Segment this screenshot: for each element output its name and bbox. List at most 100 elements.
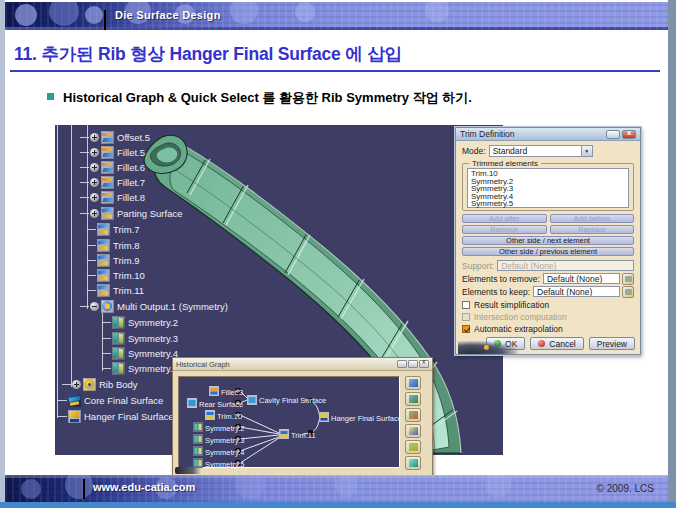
- tree-item[interactable]: Fillet.5: [80, 145, 145, 159]
- automatic-extrapolation-checkbox[interactable]: [462, 325, 470, 333]
- bullet-text: Historical Graph & Quick Select 를 활용한 Ri…: [63, 89, 472, 107]
- hg-tool-icon[interactable]: [405, 456, 421, 470]
- remove-button[interactable]: Remove: [462, 225, 547, 234]
- tree-item[interactable]: Trim.7: [87, 222, 140, 236]
- add-after-button[interactable]: Add after: [462, 214, 547, 223]
- banner-divider: [83, 479, 85, 499]
- hg-tool-icon[interactable]: [405, 392, 421, 406]
- help-button[interactable]: [606, 130, 620, 139]
- list-item[interactable]: Symmetry.5: [471, 200, 625, 208]
- other-side-previous-button[interactable]: Other side / previous element: [462, 247, 634, 256]
- hg-node-label: Rear Surface: [199, 400, 243, 409]
- trimmed-elements-list[interactable]: Trim.10 Symmetry.2 Symmetry.3 Symmetry.4…: [467, 168, 629, 208]
- footer-site: www.edu-catia.com: [93, 481, 195, 493]
- elements-to-keep-field[interactable]: Default (None): [533, 286, 620, 297]
- tree-item[interactable]: Trim.8: [87, 238, 140, 252]
- intersection-computation-label: Intersection computation: [474, 312, 567, 322]
- tree-item[interactable]: Trim.10: [87, 268, 145, 282]
- tree-item[interactable]: Symmetry.5: [102, 361, 178, 375]
- replace-button[interactable]: Replace: [550, 225, 635, 234]
- core-final-surface-icon: [68, 394, 81, 407]
- elements-to-remove-label: Elements to remove:: [462, 274, 540, 284]
- historical-graph-toolbar: [405, 372, 421, 476]
- tree-item[interactable]: Fillet.8: [80, 190, 145, 204]
- dialog-title: Trim Definition: [460, 129, 604, 139]
- close-button[interactable]: [622, 130, 636, 139]
- expand-icon[interactable]: [90, 178, 99, 187]
- collapse-icon[interactable]: [90, 302, 99, 311]
- maximize-button[interactable]: [408, 360, 418, 368]
- tree-item[interactable]: Symmetry.4: [102, 346, 178, 360]
- slide-border-right: [668, 0, 676, 508]
- expand-icon[interactable]: [72, 380, 81, 389]
- expand-icon[interactable]: [90, 163, 99, 172]
- hg-node-label: Trim.11: [291, 431, 316, 440]
- historical-graph-title: Historical Graph: [176, 360, 396, 369]
- symmetry-icon: [112, 347, 125, 360]
- minimize-button[interactable]: [397, 360, 407, 368]
- fillet-icon: [101, 191, 114, 204]
- add-before-button[interactable]: Add before: [550, 214, 635, 223]
- slide-border-left: [0, 0, 5, 508]
- preview-button[interactable]: Preview: [589, 337, 635, 350]
- elements-to-keep-label: Elements to keep:: [462, 287, 530, 297]
- tree-item[interactable]: Fillet.6: [80, 160, 145, 174]
- historical-graph-titlebar[interactable]: Historical Graph: [173, 358, 432, 371]
- hg-node-label: Symmetry.3: [205, 436, 244, 445]
- hg-tool-icon[interactable]: [405, 408, 421, 422]
- tree-item[interactable]: Trim.9: [87, 253, 140, 267]
- trim-icon: [97, 254, 110, 267]
- automatic-extrapolation-label: Automatic extrapolation: [474, 324, 563, 334]
- tree-item[interactable]: Trim.11: [87, 283, 144, 297]
- symmetry-icon: [112, 362, 125, 375]
- hg-node-label: Symmetry.4: [205, 448, 244, 457]
- dropdown-arrow-icon[interactable]: ▼: [581, 146, 592, 156]
- tree-item[interactable]: Fillet.7: [80, 175, 145, 189]
- tree-item[interactable]: Rib Body: [62, 377, 138, 391]
- trimmed-elements-group: Trimmed elements Trim.10 Symmetry.2 Symm…: [462, 163, 634, 211]
- tree-item[interactable]: Symmetry.3: [102, 331, 178, 345]
- tree-item[interactable]: Core Final Surface: [58, 393, 163, 407]
- hg-node-label: Fillet.3: [221, 388, 243, 397]
- expand-icon[interactable]: [90, 133, 99, 142]
- tree-item[interactable]: Hanger Final Surface: [58, 409, 174, 423]
- mode-select[interactable]: Standard ▼: [489, 145, 593, 157]
- tree-item[interactable]: Multi Output.1 (Symmetry): [80, 299, 228, 313]
- intersection-computation-checkbox[interactable]: [462, 313, 470, 321]
- select-elements-icon[interactable]: [622, 286, 634, 298]
- cancel-button[interactable]: Cancel: [530, 337, 583, 350]
- symmetry-icon: [112, 316, 125, 329]
- hg-resize-grip[interactable]: [175, 467, 201, 474]
- bottom-strip: [0, 502, 676, 508]
- expand-icon[interactable]: [90, 193, 99, 202]
- historical-graph-canvas: Fillet.3 Rear Surface Trim.10 Symmetry.2…: [178, 376, 400, 468]
- expand-icon[interactable]: [90, 148, 99, 157]
- mode-label: Mode:: [462, 146, 486, 156]
- trim-definition-dialog: Trim Definition Mode: Standard ▼ Trimmed…: [455, 127, 641, 355]
- other-side-next-button[interactable]: Other side / next element: [462, 236, 634, 245]
- page-title: 11. 추가된 Rib 형상 Hanger Final Surface 에 삽입: [14, 42, 402, 66]
- bullet-icon: [47, 93, 54, 100]
- elements-to-remove-field[interactable]: Default (None): [543, 273, 620, 284]
- footer-banner: www.edu-catia.com © 2009. LCS: [5, 475, 668, 502]
- tree-item[interactable]: Parting Surface: [80, 206, 182, 220]
- close-button[interactable]: [419, 360, 429, 368]
- dialog-titlebar[interactable]: Trim Definition: [456, 128, 640, 141]
- rib-body-icon: [83, 378, 96, 391]
- support-label: Support:: [462, 261, 494, 271]
- tree-item[interactable]: Symmetry.2: [102, 315, 178, 329]
- select-elements-icon[interactable]: [622, 273, 634, 285]
- trim-icon: [97, 269, 110, 282]
- historical-graph-window: Historical Graph: [172, 357, 433, 477]
- fillet-icon: [101, 146, 114, 159]
- result-simplification-checkbox[interactable]: [462, 301, 470, 309]
- header-banner: Die Surface Design: [5, 2, 668, 30]
- fillet-icon: [101, 176, 114, 189]
- expand-icon[interactable]: [90, 209, 99, 218]
- tree-item[interactable]: Offset.5: [80, 130, 150, 144]
- support-field[interactable]: Default (None): [497, 260, 634, 271]
- hg-tool-icon[interactable]: [405, 376, 421, 390]
- symmetry-icon: [112, 332, 125, 345]
- hg-tool-icon[interactable]: [405, 424, 421, 438]
- hg-tool-icon[interactable]: [405, 440, 421, 454]
